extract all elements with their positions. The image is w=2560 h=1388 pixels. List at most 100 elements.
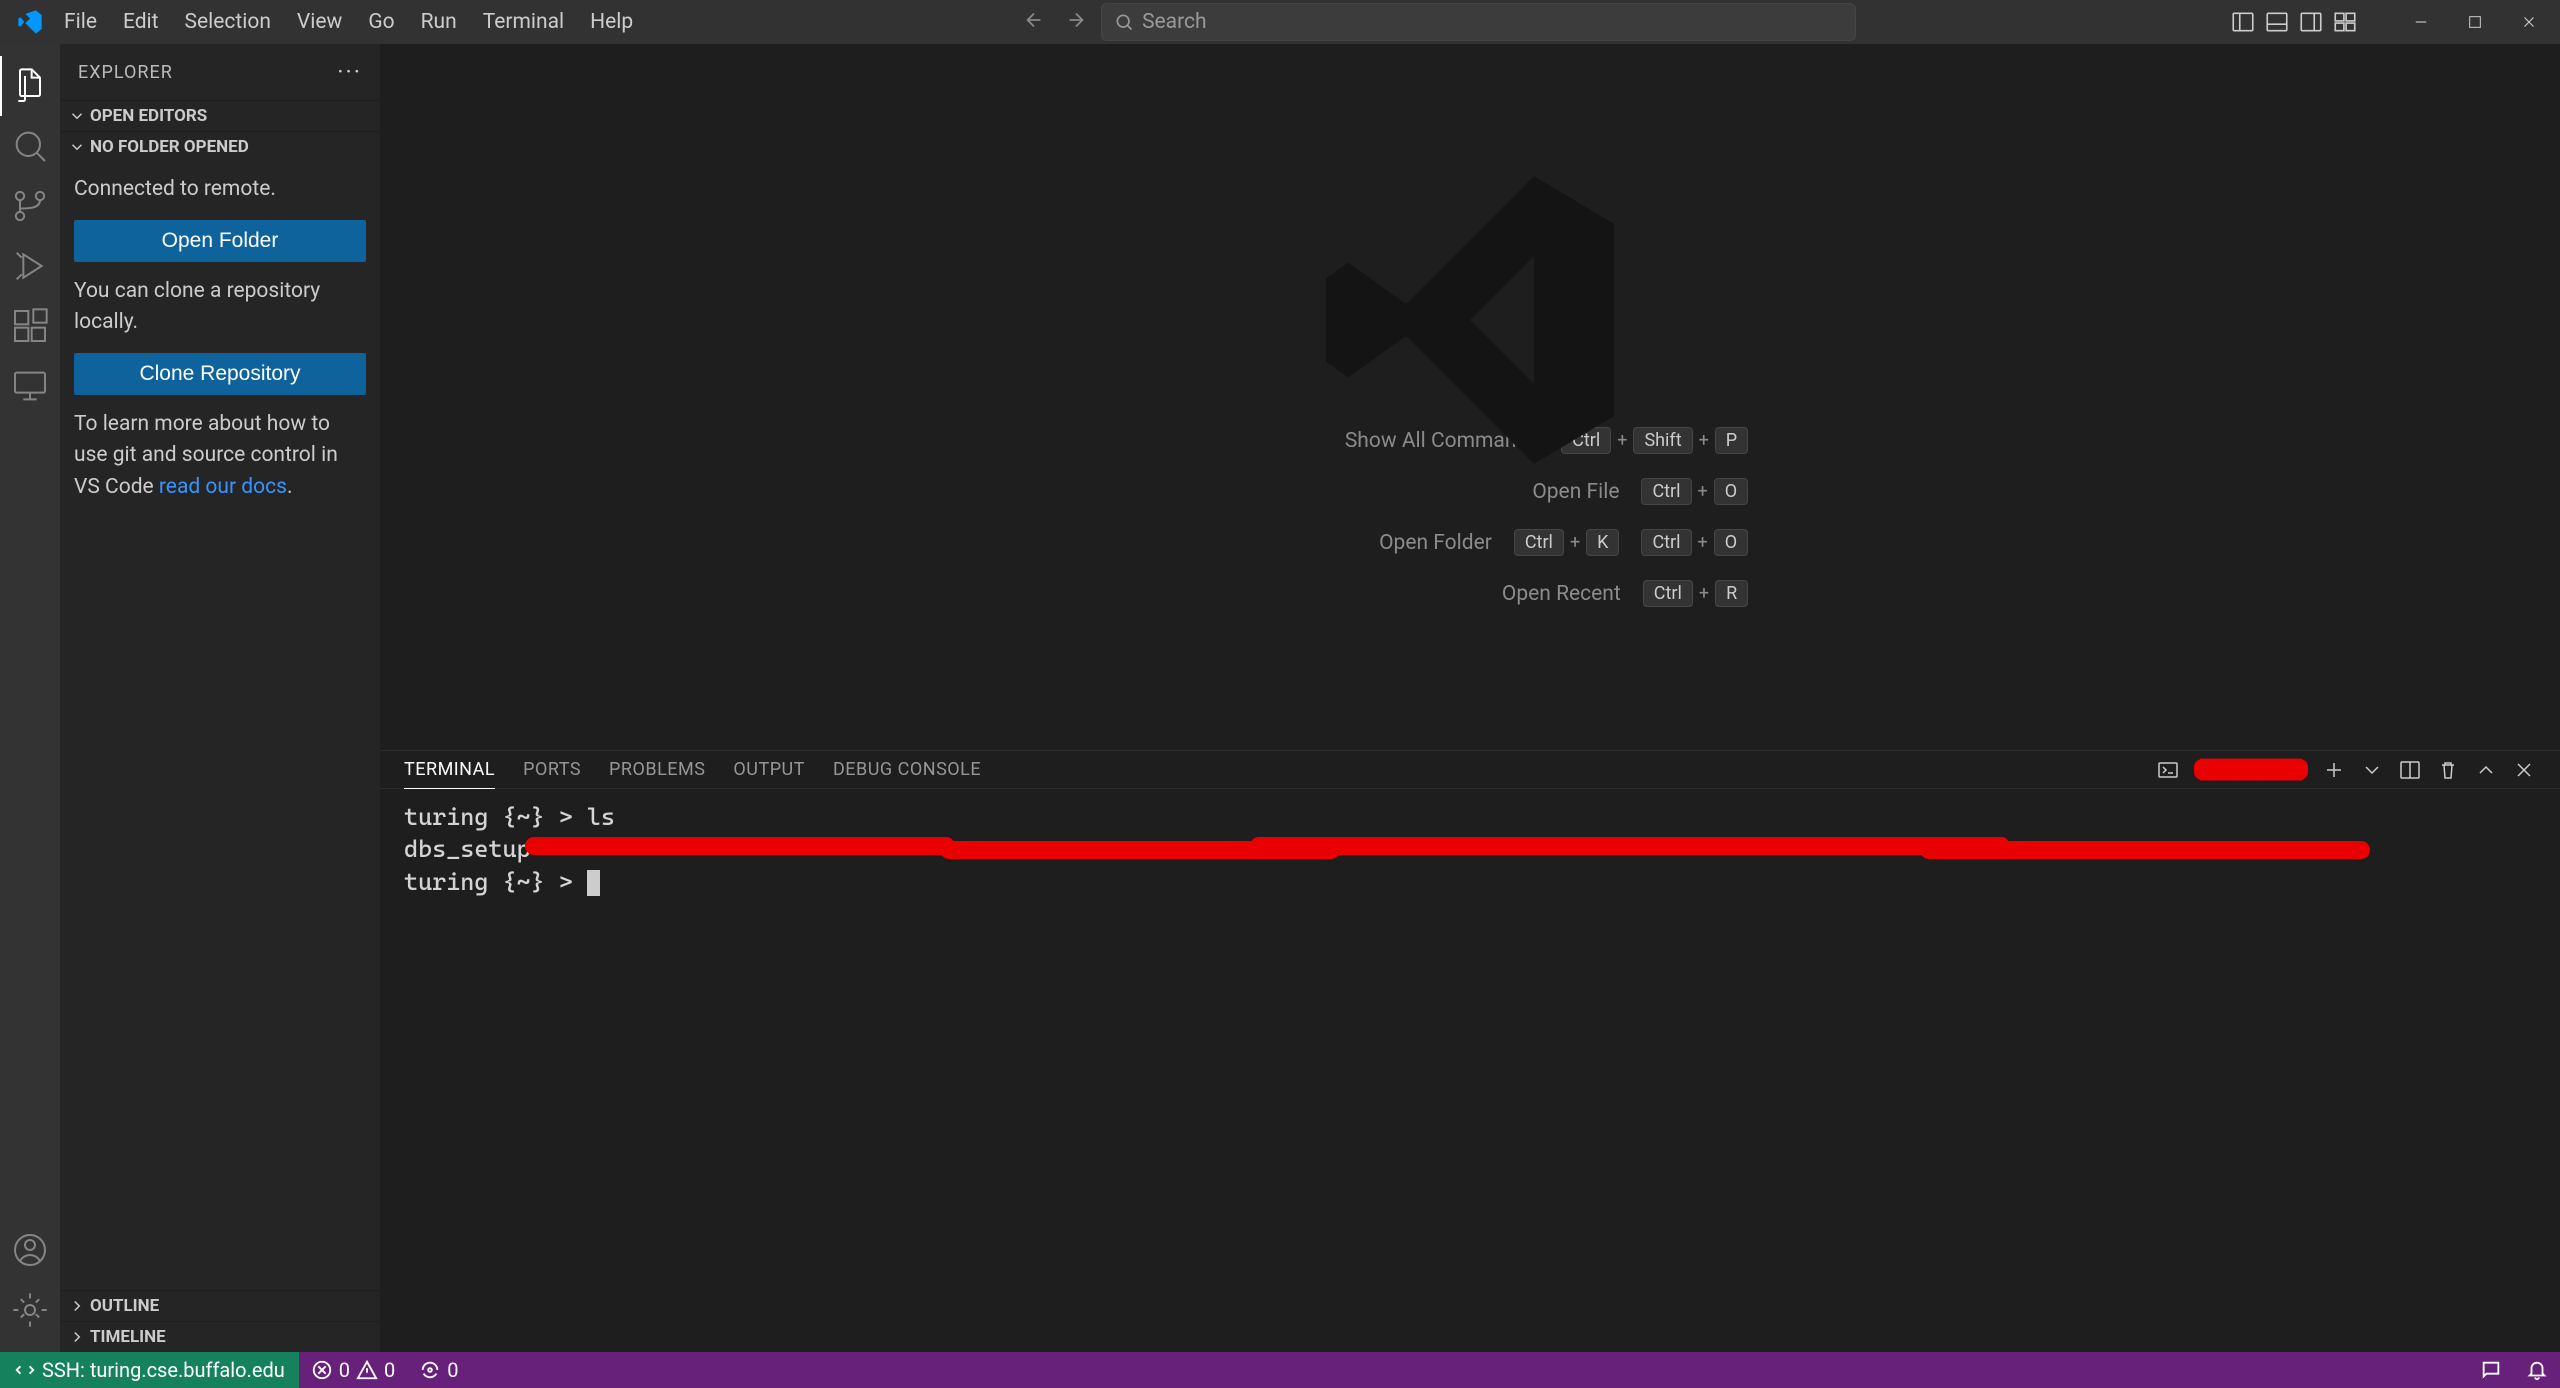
keyboard-key: Ctrl <box>1641 478 1691 505</box>
nav-back-icon[interactable] <box>1019 5 1049 39</box>
status-remote[interactable]: SSH: turing.cse.buffalo.edu <box>0 1352 299 1388</box>
bell-icon <box>2526 1359 2548 1381</box>
shortcut-label: Open Recent <box>1321 582 1621 606</box>
customize-layout-icon[interactable] <box>2332 9 2358 35</box>
extensions-icon <box>10 306 50 346</box>
vscode-watermark-icon <box>1310 160 1630 484</box>
section-header-outline[interactable]: OUTLINE <box>60 1291 380 1321</box>
window-minimize-icon[interactable] <box>2398 0 2444 44</box>
terminal-profile-icon[interactable] <box>2156 758 2180 782</box>
shortcut-row: Open RecentCtrl+R <box>1192 580 1748 607</box>
welcome-screen: Show All CommandsCtrl+Shift+POpen FileCt… <box>380 44 2560 750</box>
status-notifications[interactable] <box>2514 1359 2560 1381</box>
panel-tab-ports[interactable]: PORTS <box>523 751 581 788</box>
section-outline: OUTLINE <box>60 1290 380 1321</box>
section-timeline: TIMELINE <box>60 1321 380 1352</box>
plus-separator: + <box>1698 532 1708 553</box>
toggle-panel-icon[interactable] <box>2264 9 2290 35</box>
terminal-dropdown-icon[interactable] <box>2360 758 2384 782</box>
kill-terminal-icon[interactable] <box>2436 758 2460 782</box>
menu-terminal[interactable]: Terminal <box>471 4 576 40</box>
plus-separator: + <box>1570 532 1580 553</box>
keyboard-key: Shift <box>1633 427 1692 454</box>
ports-icon <box>419 1359 441 1381</box>
files-icon <box>10 66 50 106</box>
menu-run[interactable]: Run <box>409 4 469 40</box>
nav-forward-icon[interactable] <box>1061 5 1091 39</box>
redacted-stroke <box>1920 841 2370 859</box>
terminal-body[interactable]: turing {~} > ls dbs_setup turing {~} > <box>380 789 2560 1352</box>
keyboard-key: Ctrl <box>1514 529 1564 556</box>
plus-separator: + <box>1699 430 1709 451</box>
remote-icon <box>14 1359 36 1381</box>
open-folder-button[interactable]: Open Folder <box>74 220 366 262</box>
activity-extensions[interactable] <box>0 296 60 356</box>
menu-go[interactable]: Go <box>356 4 406 40</box>
status-ports[interactable]: 0 <box>407 1352 470 1388</box>
key-combo: Ctrl + O <box>1641 478 1748 505</box>
activity-search[interactable] <box>0 116 60 176</box>
terminal-line: dbs_setup <box>404 835 531 863</box>
status-problems[interactable]: 0 0 <box>299 1352 408 1388</box>
activity-accounts[interactable] <box>0 1220 60 1280</box>
account-icon <box>10 1230 50 1270</box>
panel-tab-debug-console[interactable]: DEBUG CONSOLE <box>833 751 981 788</box>
activity-source-control[interactable] <box>0 176 60 236</box>
clone-repository-button[interactable]: Clone Repository <box>74 353 366 395</box>
menu-edit[interactable]: Edit <box>111 4 171 40</box>
sidebar-explorer: EXPLORER ··· OPEN EDITORS NO FOLDER OPEN… <box>60 44 380 1352</box>
section-label: NO FOLDER OPENED <box>90 137 249 157</box>
panel-tab-problems[interactable]: PROBLEMS <box>609 751 705 788</box>
section-header-open-editors[interactable]: OPEN EDITORS <box>60 101 380 131</box>
redacted-stroke <box>525 837 955 855</box>
activity-remote-explorer[interactable] <box>0 356 60 416</box>
status-remote-label: SSH: turing.cse.buffalo.edu <box>42 1358 285 1382</box>
toggle-primary-sidebar-icon[interactable] <box>2230 9 2256 35</box>
clone-text: You can clone a repository locally. <box>74 276 366 339</box>
toggle-secondary-sidebar-icon[interactable] <box>2298 9 2324 35</box>
shortcut-row: Open FolderCtrl+KCtrl+O <box>1192 529 1748 556</box>
chevron-right-icon <box>68 1328 86 1346</box>
learn-suffix: . <box>287 475 293 499</box>
section-label: TIMELINE <box>90 1327 166 1347</box>
menu-help[interactable]: Help <box>578 4 645 40</box>
command-center-search[interactable]: Search <box>1101 3 1856 41</box>
sidebar-more-icon[interactable]: ··· <box>337 58 362 86</box>
plus-separator: + <box>1698 481 1708 502</box>
activity-explorer[interactable] <box>0 56 60 116</box>
panel-tab-terminal[interactable]: TERMINAL <box>404 751 495 789</box>
panel-tab-output[interactable]: OUTPUT <box>733 751 805 788</box>
status-feedback[interactable] <box>2468 1359 2514 1381</box>
gear-icon <box>10 1290 50 1330</box>
section-header-timeline[interactable]: TIMELINE <box>60 1322 380 1352</box>
plus-separator: + <box>1699 583 1709 604</box>
maximize-panel-icon[interactable] <box>2474 758 2498 782</box>
read-docs-link[interactable]: read our docs <box>159 475 287 499</box>
activity-run-debug[interactable] <box>0 236 60 296</box>
remote-explorer-icon <box>10 366 50 406</box>
status-bar: SSH: turing.cse.buffalo.edu 0 0 0 <box>0 1352 2560 1388</box>
key-combo: Ctrl+K <box>1514 529 1620 556</box>
section-label: OUTLINE <box>90 1296 159 1316</box>
redacted-terminal-name: ████████ <box>2194 759 2308 780</box>
split-terminal-icon[interactable] <box>2398 758 2422 782</box>
keyboard-key: O <box>1714 478 1748 505</box>
activity-bar <box>0 44 60 1352</box>
menu-selection[interactable]: Selection <box>173 4 283 40</box>
section-header-no-folder[interactable]: NO FOLDER OPENED <box>60 132 380 162</box>
menu-view[interactable]: View <box>285 4 354 40</box>
error-icon <box>311 1359 333 1381</box>
activity-settings[interactable] <box>0 1280 60 1340</box>
chevron-down-icon <box>68 138 86 156</box>
menu-file[interactable]: File <box>52 4 109 40</box>
new-terminal-icon[interactable] <box>2322 758 2346 782</box>
close-panel-icon[interactable] <box>2512 758 2536 782</box>
terminal-line: turing {~} > ls <box>404 803 615 831</box>
chevron-down-icon <box>68 107 86 125</box>
window-maximize-icon[interactable] <box>2452 0 2498 44</box>
terminal-line: turing {~} > <box>404 868 587 896</box>
keyboard-key: R <box>1715 580 1748 607</box>
window-close-icon[interactable] <box>2506 0 2552 44</box>
search-icon <box>1114 12 1134 32</box>
connected-text: Connected to remote. <box>74 174 366 206</box>
